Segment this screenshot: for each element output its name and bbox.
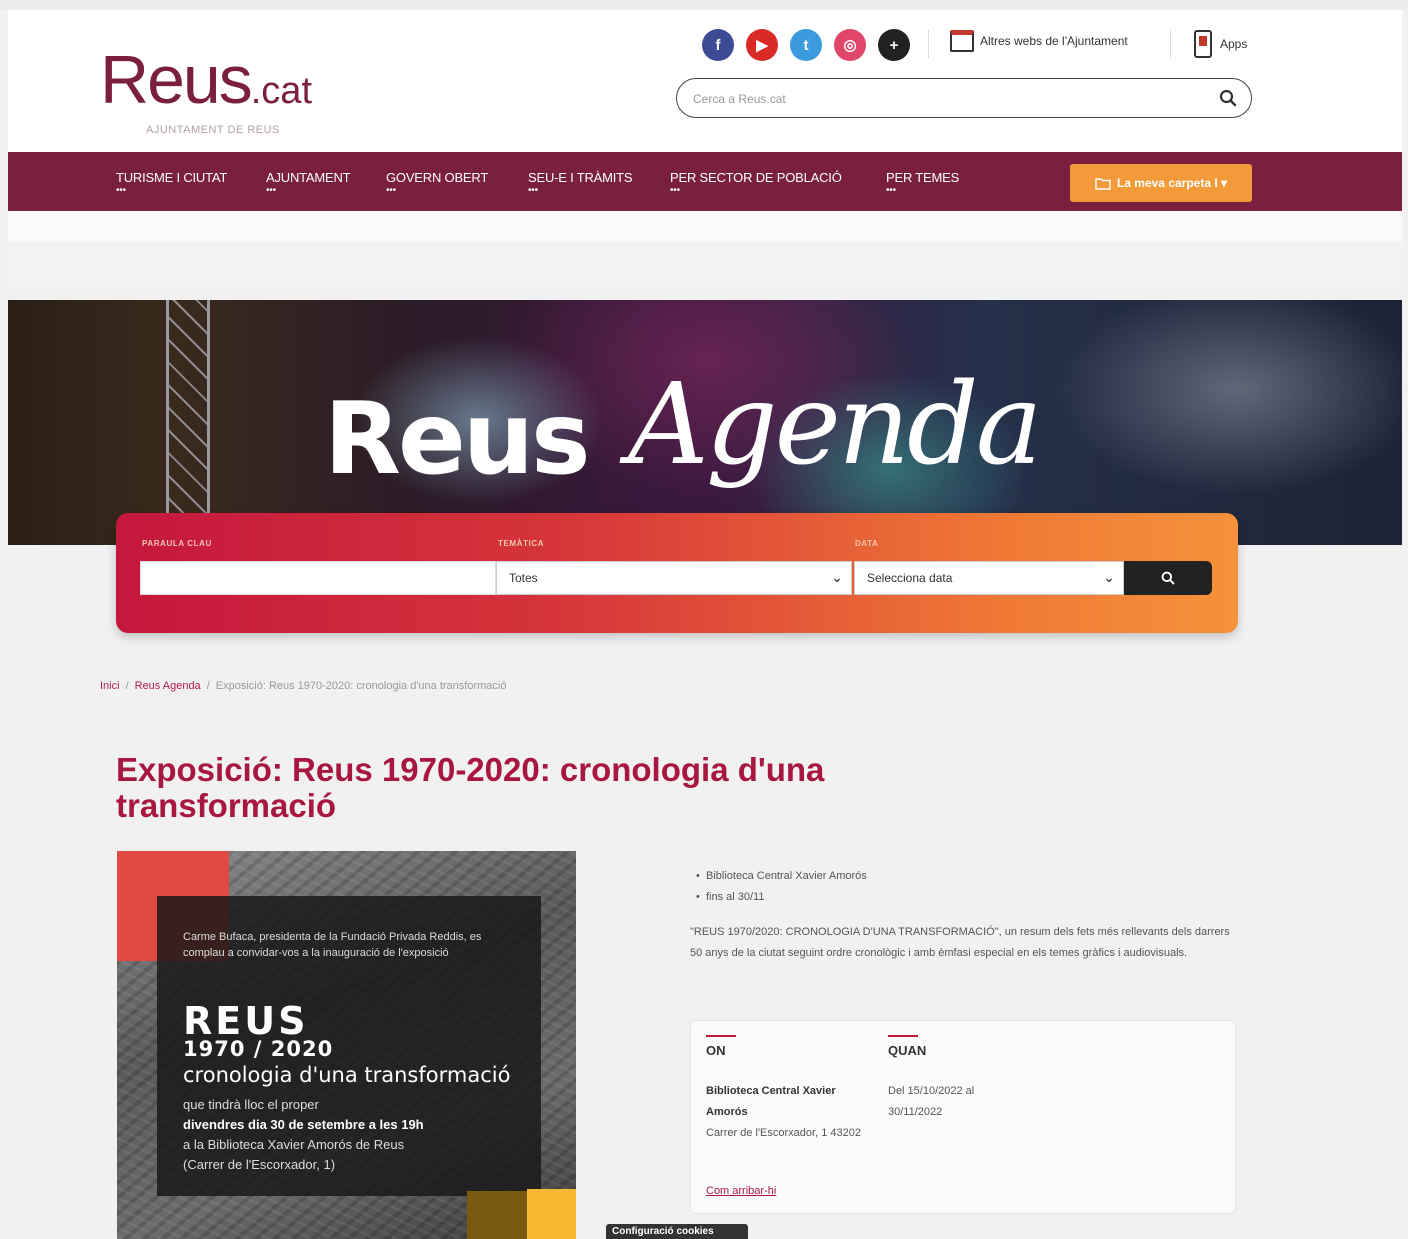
list-item: fins al 30/11 — [696, 887, 867, 908]
nav-item-govern-obert[interactable]: GOVERN OBERT ••• — [386, 170, 488, 196]
social-links: f ▶ t ◎ + — [702, 29, 910, 61]
main-nav: TURISME I CIUTAT ••• AJUNTAMENT ••• GOVERN… — [8, 152, 1402, 211]
logo-subtitle: AJUNTAMENT DE REUS — [146, 124, 280, 136]
page-title: Exposició: Reus 1970-2020: cronologia d'… — [116, 751, 825, 824]
search-icon[interactable] — [1219, 89, 1237, 107]
topic-select[interactable]: Totes ⌄ — [496, 561, 852, 595]
facebook-icon[interactable]: f — [702, 29, 734, 61]
spacer — [8, 211, 1402, 241]
chevron-down-icon: ⌄ — [831, 569, 843, 585]
top-strip — [0, 0, 1408, 10]
breadcrumb-home[interactable]: Inici — [100, 680, 120, 692]
topic-label: TEMÀTICA — [498, 539, 545, 548]
more-icon[interactable]: + — [878, 29, 910, 61]
spacer — [8, 241, 1402, 287]
event-summary-list: Biblioteca Central Xavier Amorós fins al… — [696, 866, 867, 908]
date-label: DATA — [855, 539, 879, 548]
hero-title-agenda: Agenda — [628, 360, 1042, 490]
date-select[interactable]: Selecciona data ⌄ — [854, 561, 1124, 595]
other-webs-link[interactable]: Altres webs de l'Ajuntament — [950, 30, 1128, 52]
other-webs-label: Altres webs de l'Ajuntament — [980, 34, 1128, 48]
topic-value: Totes — [509, 571, 538, 585]
poster-line: divendres dia 30 de setembre a les 19h — [183, 1117, 424, 1132]
date-value: Selecciona data — [867, 571, 953, 585]
folder-icon — [1095, 177, 1111, 190]
agenda-filter: PARAULA CLAU TEMÀTICA DATA Totes ⌄ Selec… — [116, 513, 1238, 633]
directions-link[interactable]: Com arribar-hi — [706, 1185, 776, 1197]
logo-text: Reus.cat — [100, 42, 312, 118]
nav-item-ajuntament[interactable]: AJUNTAMENT ••• — [266, 170, 351, 196]
poster-ochre-block — [467, 1191, 527, 1239]
breadcrumb: Inici / Reus Agenda / Exposició: Reus 19… — [100, 680, 506, 692]
poster-line: que tindrà lloc el proper — [183, 1097, 319, 1112]
poster-subtitle: cronologia d'una transformació — [183, 1063, 511, 1087]
venue-name: Biblioteca Central Xavier Amorós — [706, 1085, 836, 1118]
poster-line: a la Biblioteca Xavier Amorós de Reus — [183, 1137, 405, 1152]
divider — [1170, 30, 1171, 58]
poster-yellow-block — [527, 1189, 576, 1239]
site-search — [676, 78, 1252, 118]
event-description: "REUS 1970/2020: CRONOLOGIA D'UNA TRANSF… — [690, 926, 1230, 959]
cookies-settings-button[interactable]: Configuració cookies — [606, 1224, 748, 1239]
keyword-label: PARAULA CLAU — [142, 539, 212, 548]
keyword-input[interactable] — [140, 561, 496, 595]
youtube-icon[interactable]: ▶ — [746, 29, 778, 61]
divider — [928, 30, 929, 58]
chevron-down-icon: ⌄ — [1103, 569, 1115, 585]
event-details-card: ON QUAN Biblioteca Central Xavier Amorós… — [690, 1020, 1236, 1214]
my-folder-label: La meva carpeta I ▾ — [1116, 176, 1228, 190]
where-heading: ON — [706, 1035, 736, 1058]
breadcrumb-current: Exposició: Reus 1970-2020: cronologia d'… — [215, 680, 507, 692]
my-folder-button[interactable]: La meva carpeta I ▾ — [1070, 164, 1252, 202]
apps-label: Apps — [1220, 37, 1248, 51]
nav-item-seu-e[interactable]: SEU-E I TRÀMITS ••• — [528, 170, 633, 196]
filter-search-button[interactable] — [1124, 561, 1212, 595]
poster-line: (Carrer de l'Escorxador, 1) — [183, 1157, 336, 1172]
stage-truss — [166, 300, 210, 520]
where-value: Biblioteca Central Xavier Amorós Carrer … — [706, 1081, 866, 1144]
breadcrumb-separator: / — [206, 680, 210, 692]
when-value: Del 15/10/2022 al 30/11/2022 — [888, 1085, 975, 1118]
hero-banner: Reus Agenda — [8, 300, 1402, 545]
poster-years: 1970 / 2020 — [183, 1037, 334, 1061]
twitter-icon[interactable]: t — [790, 29, 822, 61]
phone-icon — [1194, 30, 1212, 58]
breadcrumb-separator: / — [125, 680, 129, 692]
list-item: Biblioteca Central Xavier Amorós — [696, 866, 867, 887]
browser-window-icon — [950, 30, 974, 52]
venue-address: Carrer de l'Escorxador, 1 43202 — [706, 1127, 861, 1139]
poster-intro: Carme Bufaca, presidenta de la Fundació … — [183, 931, 482, 959]
nav-item-sector-poblacio[interactable]: PER SECTOR DE POBLACIÓ ••• — [670, 170, 842, 196]
nav-item-turisme[interactable]: TURISME I CIUTAT ••• — [116, 170, 227, 196]
nav-item-temes[interactable]: PER TEMES ••• — [886, 170, 959, 196]
site-logo[interactable]: Reus.cat AJUNTAMENT DE REUS — [100, 42, 312, 136]
when-heading: QUAN — [888, 1035, 927, 1058]
event-poster: Carme Bufaca, presidenta de la Fundació … — [117, 851, 576, 1239]
poster-details: que tindrà lloc el proper divendres dia … — [183, 1095, 523, 1175]
instagram-icon[interactable]: ◎ — [834, 29, 866, 61]
hero-title-reus: Reus — [324, 380, 591, 497]
search-icon — [1161, 571, 1175, 585]
search-input[interactable] — [693, 89, 1193, 109]
breadcrumb-section[interactable]: Reus Agenda — [135, 680, 201, 692]
apps-link[interactable]: Apps — [1194, 30, 1247, 58]
site-header: Reus.cat AJUNTAMENT DE REUS f ▶ t ◎ + Altres… — [8, 10, 1402, 152]
